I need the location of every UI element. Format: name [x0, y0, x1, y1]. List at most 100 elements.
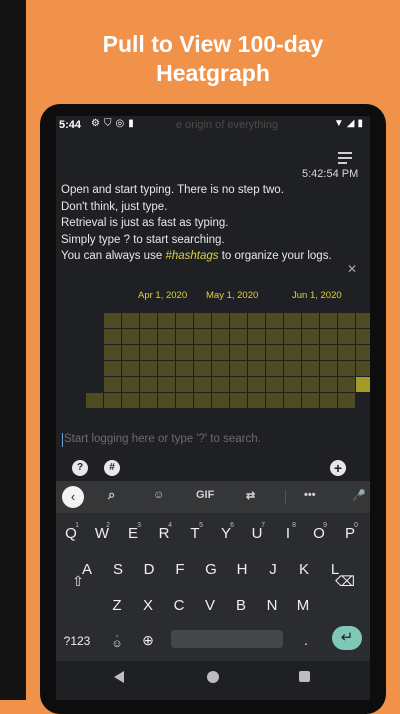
emoji-icon[interactable]: ☺: [111, 638, 123, 650]
heatgraph-cell[interactable]: [302, 313, 319, 328]
heatgraph-cell[interactable]: [104, 361, 121, 376]
heatgraph-cell[interactable]: [230, 361, 247, 376]
heatgraph-cell[interactable]: [176, 329, 193, 344]
heatgraph-cell[interactable]: [248, 377, 265, 392]
key-p[interactable]: P0: [341, 522, 359, 542]
symbols-key[interactable]: ?123: [62, 634, 92, 648]
heatgraph-cell[interactable]: [356, 393, 370, 408]
heatgraph-cell[interactable]: [194, 329, 211, 344]
heatgraph-cell[interactable]: [338, 345, 355, 360]
heatgraph-cell[interactable]: [284, 393, 301, 408]
key-s[interactable]: S: [109, 561, 127, 578]
heatgraph-cell[interactable]: [194, 361, 211, 376]
key-o[interactable]: O9: [310, 522, 328, 542]
key-n[interactable]: N: [263, 597, 281, 614]
heatgraph-cell[interactable]: [176, 345, 193, 360]
heatgraph-cell[interactable]: [122, 377, 139, 392]
key-i[interactable]: I8: [279, 522, 297, 542]
key-v[interactable]: V: [201, 597, 219, 614]
heatgraph-cell[interactable]: [158, 377, 175, 392]
heatgraph-cell[interactable]: [194, 393, 211, 408]
heatgraph-cell[interactable]: [122, 393, 139, 408]
home-icon[interactable]: [207, 671, 219, 683]
heatgraph-cell[interactable]: [302, 361, 319, 376]
key-y[interactable]: Y6: [217, 522, 235, 542]
heatgraph-cell[interactable]: [212, 345, 229, 360]
heatgraph-cell[interactable]: [122, 329, 139, 344]
heatgraph-cell[interactable]: [140, 393, 157, 408]
heatgraph-cell[interactable]: [266, 393, 283, 408]
heatgraph-cell[interactable]: [302, 329, 319, 344]
heatgraph-cell[interactable]: [194, 377, 211, 392]
recents-icon[interactable]: [299, 671, 310, 682]
heatgraph-cell[interactable]: [320, 313, 337, 328]
heatgraph-cell[interactable]: [104, 345, 121, 360]
heatgraph-cell[interactable]: [158, 361, 175, 376]
globe-icon[interactable]: ⊕: [140, 632, 156, 649]
heatgraph-cell[interactable]: [356, 377, 370, 392]
key-u[interactable]: U7: [248, 522, 266, 542]
backspace-icon[interactable]: ⌫: [334, 573, 356, 590]
heatgraph-cell[interactable]: [320, 393, 337, 408]
spacebar[interactable]: [171, 630, 283, 648]
key-m[interactable]: M: [294, 597, 312, 614]
heatgraph-cell[interactable]: [284, 377, 301, 392]
hashtag-button[interactable]: #: [104, 460, 120, 476]
heatgraph-cell[interactable]: [302, 377, 319, 392]
help-button[interactable]: ?: [72, 460, 88, 476]
search-icon[interactable]: ⌕: [108, 487, 115, 503]
heatgraph-cell[interactable]: [266, 313, 283, 328]
heatgraph-cell[interactable]: [104, 393, 121, 408]
log-input[interactable]: Start logging here or type '?' to search…: [62, 433, 261, 447]
key-x[interactable]: X: [139, 597, 157, 614]
heatgraph-cell[interactable]: [284, 329, 301, 344]
key-e[interactable]: E3: [124, 522, 142, 542]
heatgraph-cell[interactable]: [122, 361, 139, 376]
heatgraph-cell[interactable]: [194, 313, 211, 328]
heatgraph-cell[interactable]: [248, 361, 265, 376]
heatgraph-cell[interactable]: [230, 377, 247, 392]
key-c[interactable]: C: [170, 597, 188, 614]
add-button[interactable]: +: [330, 460, 346, 476]
heatgraph-cell[interactable]: [104, 313, 121, 328]
heatgraph-cell[interactable]: [320, 377, 337, 392]
heatgraph-cell[interactable]: [266, 345, 283, 360]
hashtag-example[interactable]: #hashtags: [165, 250, 218, 262]
heatgraph-cell[interactable]: [176, 377, 193, 392]
heatgraph-cell[interactable]: [266, 329, 283, 344]
heatgraph-cell[interactable]: [176, 361, 193, 376]
heatgraph-cell[interactable]: [212, 361, 229, 376]
heatgraph-cell[interactable]: [122, 345, 139, 360]
heatgraph-cell[interactable]: [194, 345, 211, 360]
gif-button[interactable]: GIF: [196, 489, 214, 501]
heatgraph-cell[interactable]: [266, 377, 283, 392]
chevron-left-icon[interactable]: ‹: [62, 486, 84, 508]
heatgraph[interactable]: [86, 313, 370, 408]
key-h[interactable]: H: [233, 561, 251, 578]
mic-icon[interactable]: 🎤: [352, 489, 366, 502]
heatgraph-cell[interactable]: [338, 377, 355, 392]
heatgraph-cell[interactable]: [212, 377, 229, 392]
heatgraph-cell[interactable]: [356, 345, 370, 360]
heatgraph-cell[interactable]: [230, 345, 247, 360]
key-k[interactable]: K: [295, 561, 313, 578]
heatgraph-cell[interactable]: [248, 345, 265, 360]
heatgraph-cell[interactable]: [284, 345, 301, 360]
translate-icon[interactable]: ⇄: [246, 489, 255, 502]
key-t[interactable]: T5: [186, 522, 204, 542]
more-icon[interactable]: •••: [304, 489, 316, 501]
heatgraph-cell[interactable]: [338, 329, 355, 344]
heatgraph-cell[interactable]: [320, 329, 337, 344]
heatgraph-cell[interactable]: [320, 361, 337, 376]
key-w[interactable]: W2: [93, 522, 111, 542]
heatgraph-cell[interactable]: [158, 345, 175, 360]
enter-icon[interactable]: ↵: [332, 626, 362, 650]
heatgraph-cell[interactable]: [248, 313, 265, 328]
heatgraph-cell[interactable]: [158, 393, 175, 408]
back-icon[interactable]: [114, 671, 124, 683]
heatgraph-cell[interactable]: [266, 361, 283, 376]
comma-key[interactable]: ,: [112, 628, 122, 638]
heatgraph-cell[interactable]: [104, 329, 121, 344]
key-q[interactable]: Q1: [62, 522, 80, 542]
heatgraph-cell[interactable]: [356, 329, 370, 344]
